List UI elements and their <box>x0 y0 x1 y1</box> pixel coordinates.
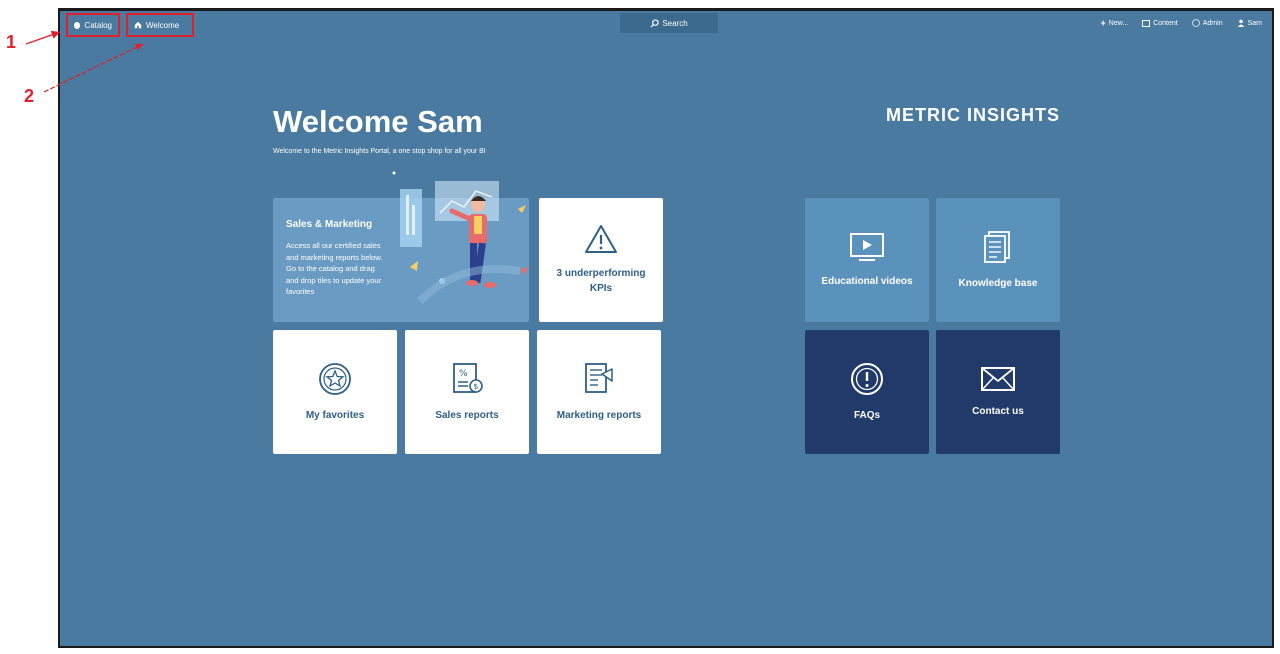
welcome-button[interactable]: Welcome <box>126 13 194 37</box>
star-icon <box>319 362 351 395</box>
user-menu[interactable]: Sam <box>1237 18 1262 28</box>
page-title: Welcome Sam <box>273 104 483 139</box>
sales-marketing-description: Access all our certified sales and marke… <box>286 241 383 296</box>
exclamation-icon <box>851 362 883 395</box>
search-icon <box>650 18 659 28</box>
new-label: New... <box>1108 19 1129 27</box>
svg-text:%: % <box>459 369 468 379</box>
welcome-label: Welcome <box>146 20 180 30</box>
user-label: Sam <box>1247 19 1262 27</box>
sales-report-icon: % $ <box>453 362 483 393</box>
admin-button[interactable]: Admin <box>1191 18 1223 28</box>
my-favorites-tile[interactable]: My favorites <box>273 330 397 454</box>
sales-reports-tile[interactable]: % $ Sales reports <box>405 330 529 454</box>
home-icon <box>134 21 142 29</box>
faqs-tile[interactable]: FAQs <box>805 330 929 454</box>
documents-icon <box>984 230 1010 263</box>
marketing-reports-label: Marketing reports <box>556 409 642 421</box>
folder-icon <box>1142 19 1151 27</box>
content-button[interactable]: Content <box>1142 18 1178 28</box>
my-favorites-label: My favorites <box>305 409 365 421</box>
video-icon <box>850 232 884 261</box>
catalog-icon <box>74 21 81 29</box>
annotation-label-1: 1 <box>6 32 17 52</box>
marketing-report-icon <box>585 362 613 393</box>
page-subtitle: Welcome to the Metric Insights Portal, a… <box>273 148 486 155</box>
marketing-reports-tile[interactable]: Marketing reports <box>537 330 661 454</box>
sales-reports-label: Sales reports <box>435 409 499 421</box>
contact-us-tile[interactable]: Contact us <box>936 330 1060 454</box>
svg-text:$: $ <box>473 382 478 391</box>
contact-us-label: Contact us <box>972 405 1024 417</box>
new-button[interactable]: + New... <box>1101 18 1129 28</box>
brand-logo: METRIC INSIGHTS <box>886 105 1061 125</box>
educational-videos-label: Educational videos <box>821 275 913 287</box>
plus-icon: + <box>1100 18 1106 28</box>
sales-marketing-title: Sales & Marketing <box>286 219 373 230</box>
underperforming-kpis-label: 3 underperforming KPIs <box>556 268 646 294</box>
annotation-label-2: 2 <box>24 86 35 106</box>
presenter-illustration <box>392 171 528 304</box>
educational-videos-tile[interactable]: Educational videos <box>805 198 929 322</box>
top-bar: Catalog Welcome Search + New... Content … <box>60 11 1272 41</box>
admin-label: Admin <box>1202 19 1223 27</box>
faqs-label: FAQs <box>853 409 881 421</box>
underperforming-kpis-tile[interactable]: 3 underperforming KPIs <box>539 198 663 322</box>
knowledge-base-tile[interactable]: Knowledge base <box>936 198 1060 322</box>
content-label: Content <box>1153 19 1178 27</box>
app-window: Catalog Welcome Search + New... Content … <box>58 8 1274 648</box>
warning-icon <box>585 225 617 253</box>
catalog-label: Catalog <box>84 20 112 30</box>
knowledge-base-label: Knowledge base <box>958 277 1038 289</box>
search-label: Search <box>662 18 688 28</box>
catalog-button[interactable]: Catalog <box>66 13 120 37</box>
envelope-icon <box>981 366 1015 391</box>
right-nav: + New... Content Admin Sam <box>1101 18 1263 28</box>
user-icon <box>1237 19 1244 27</box>
gear-icon <box>1191 19 1200 27</box>
search-bar[interactable]: Search <box>620 13 718 33</box>
